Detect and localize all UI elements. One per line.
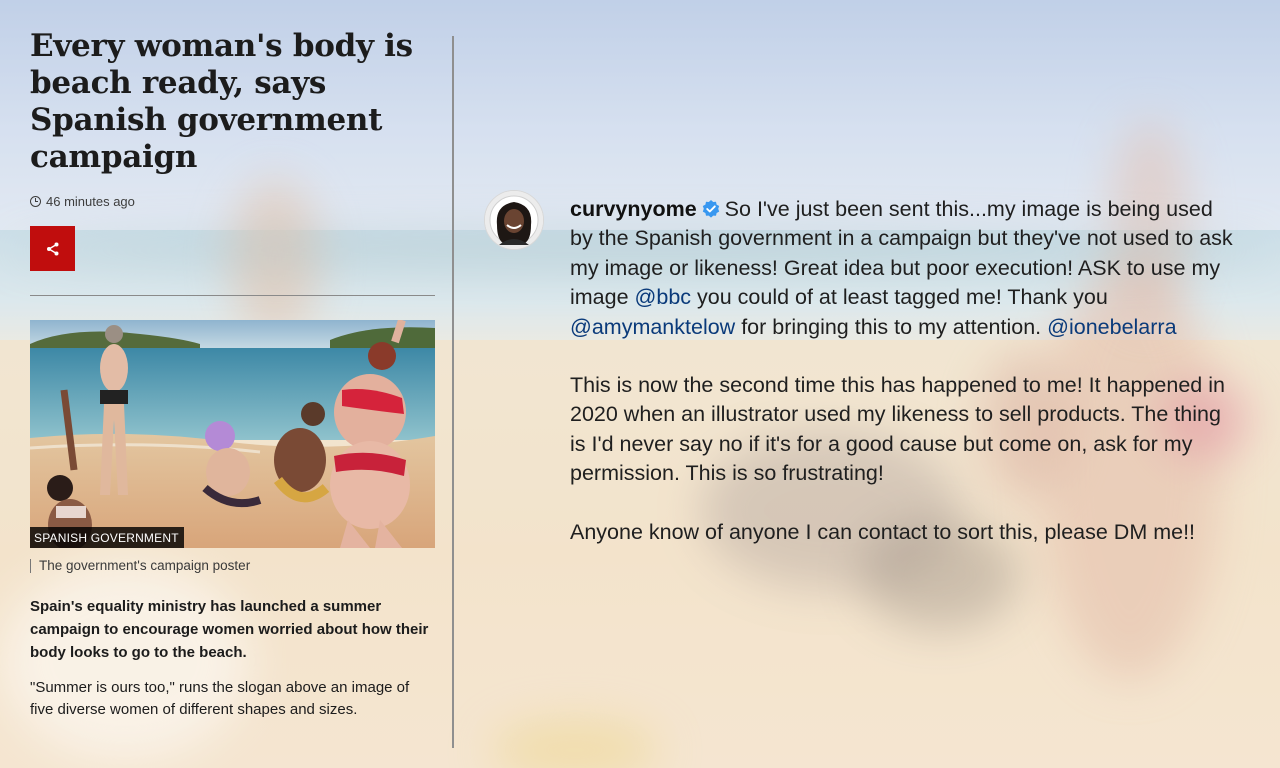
campaign-illustration [30, 320, 435, 548]
column-divider [452, 36, 454, 748]
mention-bbc[interactable]: @bbc [635, 285, 692, 309]
article-lede: Spain's equality ministry has launched a… [30, 598, 429, 661]
mention-ionebelarra[interactable]: @ionebelarra [1047, 315, 1176, 339]
profile-photo [485, 191, 543, 249]
image-caption: The government's campaign poster [30, 559, 435, 573]
article-headline: Every woman's body is beach ready, says … [30, 28, 413, 175]
clock-icon [30, 196, 41, 207]
avatar[interactable] [484, 190, 544, 250]
campaign-poster-image[interactable]: SPANISH GOVERNMENT [30, 320, 435, 548]
article-divider [30, 295, 435, 296]
share-button[interactable] [30, 226, 75, 271]
article-timestamp-row: 46 minutes ago [30, 194, 435, 209]
verified-badge-icon [702, 200, 719, 218]
post-username[interactable]: curvynyome [570, 197, 697, 221]
image-credit-label: SPANISH GOVERNMENT [30, 527, 184, 548]
post-paragraph-3: Anyone know of anyone I can contact to s… [570, 519, 1196, 544]
article-paragraph: "Summer is ours too," runs the slogan ab… [30, 679, 410, 718]
post-caption: curvynyome So I've just been sent this...… [570, 195, 1235, 547]
post-text-part-3: for bringing this to my attention. [735, 314, 1048, 339]
mention-amymanktelow[interactable]: @amymanktelow [570, 315, 735, 339]
article-timestamp: 46 minutes ago [46, 194, 135, 209]
post-paragraph-2: This is now the second time this has hap… [570, 373, 1225, 486]
share-icon [46, 242, 58, 255]
article-column: Every woman's body is beach ready, says … [30, 28, 435, 721]
post-text-part-2: you could of at least tagged me! Thank y… [691, 285, 1108, 310]
